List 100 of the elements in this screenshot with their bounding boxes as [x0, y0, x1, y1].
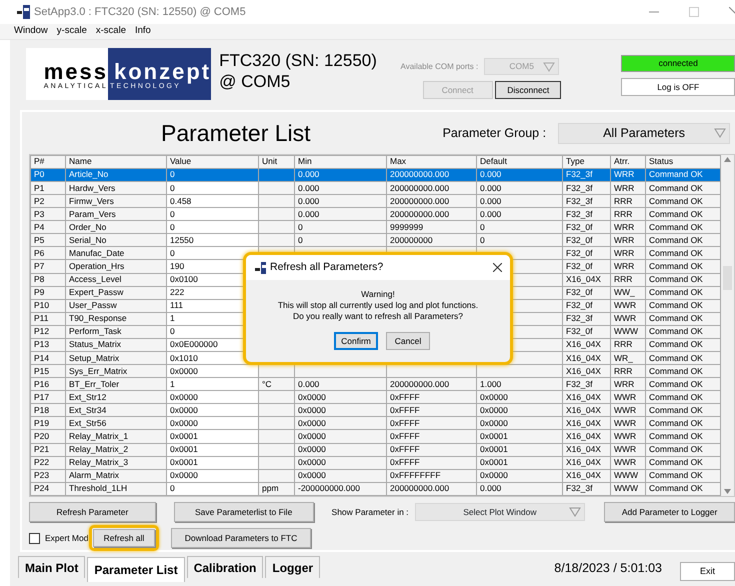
table-cell: Command OK: [646, 482, 720, 496]
tab[interactable]: Calibration: [186, 556, 264, 578]
table-cell: F32_3f: [562, 208, 610, 221]
table-row-header[interactable]: P10: [30, 299, 66, 312]
maximize-icon[interactable]: [689, 7, 699, 17]
table-cell: 200000000.000: [386, 168, 476, 182]
menu-item[interactable]: x-scale: [96, 24, 126, 39]
cancel-button[interactable]: Cancel: [386, 332, 430, 350]
table-cell: Ext_Str12: [66, 390, 166, 404]
table-cell: 0: [166, 181, 258, 195]
table-cell: X16_04X: [562, 443, 610, 456]
table-cell: Sys_Err_Matrix: [66, 364, 166, 378]
table-row-header[interactable]: P15: [30, 364, 66, 378]
table-row-header[interactable]: P16: [30, 378, 66, 391]
dialog-title: Refresh all Parameters?: [270, 260, 384, 275]
menu-item[interactable]: y-scale: [56, 24, 87, 39]
table-row-header[interactable]: P19: [30, 416, 66, 430]
tab[interactable]: Main Plot: [18, 556, 86, 578]
table-cell: 0x0000: [294, 416, 386, 430]
table-row-header[interactable]: P8: [30, 273, 66, 286]
close-icon[interactable]: [493, 263, 502, 272]
table-row-header[interactable]: P6: [30, 246, 66, 260]
table-cell: RRR: [610, 364, 646, 378]
table-cell: 0x0000: [294, 390, 386, 404]
column-header: Max: [386, 156, 476, 168]
table-cell: Threshold_1LH: [66, 482, 166, 496]
disconnect-button[interactable]: Disconnect: [495, 81, 562, 99]
table-row-header[interactable]: P0: [30, 168, 66, 182]
table-row-header[interactable]: P21: [30, 443, 66, 456]
scroll-down-icon[interactable]: [724, 488, 731, 494]
table-row-header[interactable]: P17: [30, 390, 66, 404]
tab[interactable]: Logger: [265, 556, 320, 578]
table-row-header[interactable]: P3: [30, 208, 66, 221]
table-cell: X16_04X: [562, 364, 610, 378]
table-cell: 0x0001: [166, 456, 258, 470]
scroll-up-icon[interactable]: [724, 157, 731, 162]
table-cell: Param_Vers: [66, 208, 166, 221]
dialog-message: Warning!: [361, 289, 395, 300]
table-cell: X16_04X: [562, 469, 610, 482]
table-row-header[interactable]: P22: [30, 456, 66, 470]
table-row-header[interactable]: P7: [30, 260, 66, 274]
expert-mode-checkbox[interactable]: [29, 532, 40, 544]
table-cell: ppm: [258, 482, 294, 496]
table-cell: WWW: [610, 469, 646, 482]
refresh-all-button[interactable]: Refresh all: [93, 529, 155, 547]
exit-button[interactable]: Exit: [680, 562, 735, 581]
table-row-header[interactable]: P20: [30, 430, 66, 444]
table-cell: 0x0001: [166, 443, 258, 456]
table-cell: Firmw_Vers: [66, 194, 166, 208]
table-row-header[interactable]: P9: [30, 286, 66, 300]
table-cell: 0x0000: [476, 469, 562, 482]
tab[interactable]: Parameter List: [87, 557, 185, 582]
table-cell: 1: [166, 378, 258, 391]
table-cell: F32_0f: [562, 299, 610, 312]
table-cell: F32_0f: [562, 325, 610, 338]
table-row-header[interactable]: P1: [30, 181, 66, 195]
table-cell: F32_3f: [562, 482, 610, 496]
table-cell: Manufac_Date: [66, 246, 166, 260]
log-button[interactable]: Log is OFF: [621, 78, 735, 96]
table-row-header[interactable]: P4: [30, 220, 66, 234]
table-cell: WWW: [610, 482, 646, 496]
table-cell: F32_0f: [562, 286, 610, 300]
table-cell: WWR: [610, 430, 646, 444]
table-cell: 0.000: [294, 181, 386, 195]
add-to-logger-button[interactable]: Add Parameter to Logger: [604, 502, 735, 522]
app-icon: [254, 262, 266, 274]
table-cell: 200000000.000: [386, 378, 476, 391]
table-row-header[interactable]: P2: [30, 194, 66, 208]
group-dropdown[interactable]: All Parameters: [558, 122, 730, 144]
menu-item[interactable]: Info: [134, 24, 151, 39]
table-row-header[interactable]: P24: [30, 482, 66, 496]
table-cell: 0x0000: [166, 416, 258, 430]
table-row-header[interactable]: P5: [30, 234, 66, 247]
table-cell: 0x0000: [476, 404, 562, 417]
column-header: Type: [562, 156, 610, 168]
table-cell: 9999999: [386, 220, 476, 234]
table-row-header[interactable]: P14: [30, 351, 66, 365]
table-cell: 0.000: [476, 181, 562, 195]
table-cell: 200000000.000: [386, 482, 476, 496]
confirm-button[interactable]: Confirm: [334, 332, 378, 350]
show-parameter-label: Show Parameter in :: [332, 506, 409, 518]
caret-icon: [569, 507, 582, 517]
menu-item[interactable]: Window: [14, 24, 48, 39]
refresh-parameter-button[interactable]: Refresh Parameter: [29, 502, 156, 522]
table-cell: 0.000: [294, 168, 386, 182]
table-row-header[interactable]: P13: [30, 338, 66, 352]
save-list-button[interactable]: Save Parameterlist to File: [174, 502, 314, 522]
table-row-header[interactable]: P11: [30, 312, 66, 326]
table-cell: Order_No: [66, 220, 166, 234]
plot-window-dropdown[interactable]: Select Plot Window: [414, 503, 586, 521]
download-parameters-button[interactable]: Download Parameters to FTC: [171, 528, 311, 548]
table-cell: Alarm_Matrix: [66, 469, 166, 482]
table-cell: Expert_Passw: [66, 286, 166, 300]
table-cell: F32_3f: [562, 194, 610, 208]
table-row-header[interactable]: P18: [30, 404, 66, 417]
table-cell: WWW: [610, 325, 646, 338]
table-cell: Relay_Matrix_2: [66, 443, 166, 456]
logo-word: mess: [44, 62, 108, 82]
table-row-header[interactable]: P12: [30, 325, 66, 338]
table-row-header[interactable]: P23: [30, 469, 66, 482]
